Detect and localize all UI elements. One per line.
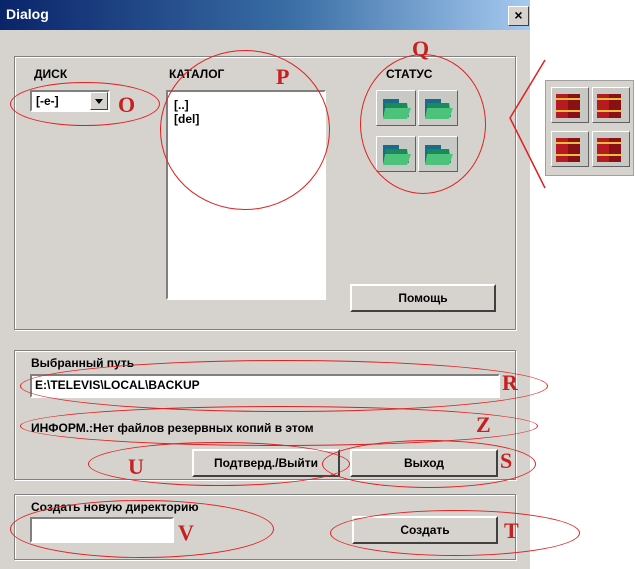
annotation-ellipse-r: [20, 360, 548, 412]
title-bar[interactable]: Dialog ×: [0, 0, 530, 30]
annotation-ellipse-o: [10, 82, 160, 126]
status-button-zoom: [551, 87, 589, 123]
annotation-letter-z: Z: [476, 412, 491, 437]
red-books-icon: [556, 94, 580, 118]
annotation-ellipse-q: [360, 54, 486, 194]
status-button-zoom: [592, 131, 630, 167]
annotation-letter-s: S: [500, 448, 513, 473]
annotation-letter-q: Q: [412, 36, 430, 61]
close-button[interactable]: ×: [508, 6, 529, 26]
zoom-panel: [545, 80, 634, 176]
annotation-letter-u: U: [128, 454, 144, 479]
status-button-zoom: [551, 131, 589, 167]
red-books-icon: [556, 138, 580, 162]
annotation-ellipse-z: [20, 406, 538, 446]
annotation-letter-o: O: [118, 92, 136, 117]
annotation-ellipse-t: [330, 510, 580, 556]
annotation-letter-v: V: [178, 520, 194, 545]
red-books-icon: [597, 94, 621, 118]
annotation-letter-t: T: [504, 518, 519, 543]
help-button[interactable]: Помощь: [350, 284, 496, 312]
annotation-letter-r: R: [502, 370, 518, 395]
red-books-icon: [597, 138, 621, 162]
annotation-ellipse-v: [10, 500, 274, 558]
status-button-zoom: [592, 87, 630, 123]
annotation-ellipse-p: [160, 50, 330, 210]
disk-label: ДИСК: [34, 67, 68, 81]
annotation-letter-p: P: [276, 64, 290, 89]
window-title: Dialog: [6, 6, 49, 22]
